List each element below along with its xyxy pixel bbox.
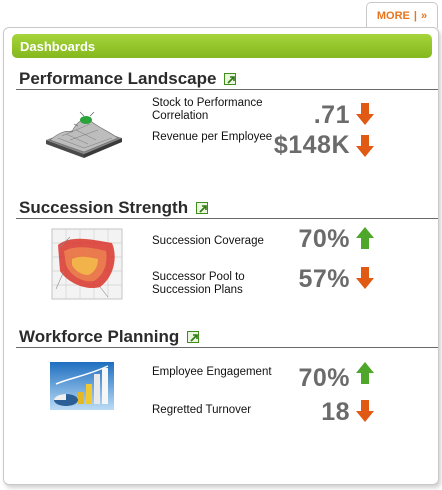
section-title-text[interactable]: Performance Landscape [19, 69, 216, 89]
metric-value: 57% [298, 265, 350, 293]
section-performance-landscape: Performance Landscape Stock to Performan… [16, 68, 438, 159]
metric-label: Stock to Performance Correlation [152, 97, 263, 122]
external-link-icon[interactable] [187, 330, 200, 343]
metric-value: 70% [298, 364, 350, 392]
metric-value: $148K [273, 131, 350, 159]
dashboards-title: Dashboards [20, 38, 96, 54]
more-tab[interactable]: MORE | » [366, 2, 438, 28]
succession-strength-thumbnail[interactable] [50, 227, 124, 301]
metric-successor-pool[interactable]: Successor Pool to Succession Plans 57% [152, 265, 374, 311]
workforce-planning-thumbnail[interactable] [50, 362, 114, 410]
dashboards-panel: Dashboards Performance Landscape Stock t… [3, 27, 439, 485]
metric-revenue-per-employee[interactable]: Revenue per Employee $148K [152, 131, 374, 171]
performance-landscape-thumbnail[interactable] [40, 102, 126, 160]
external-link-icon[interactable] [224, 72, 237, 85]
metric-label: Employee Engagement [152, 366, 272, 378]
section-title-text[interactable]: Workforce Planning [19, 327, 179, 347]
arrow-up-icon [356, 227, 374, 249]
section-title: Workforce Planning [16, 326, 438, 348]
metric-label: Succession Coverage [152, 235, 264, 247]
arrow-down-icon [356, 267, 374, 289]
more-separator: | [413, 9, 417, 22]
metric-label: Revenue per Employee [152, 131, 273, 143]
metric-label: Successor Pool to Succession Plans [152, 271, 245, 296]
metric-value: 70% [298, 225, 350, 253]
arrow-down-icon [356, 135, 374, 157]
metric-label: Regretted Turnover [152, 404, 252, 416]
section-title-text[interactable]: Succession Strength [19, 198, 188, 218]
metric-value: .71 [313, 101, 350, 129]
metric-value: 18 [321, 398, 350, 426]
arrow-up-icon [356, 362, 374, 384]
arrow-down-icon [356, 103, 374, 125]
dashboards-header: Dashboards [12, 34, 432, 58]
section-title: Succession Strength [16, 197, 438, 219]
section-title: Performance Landscape [16, 68, 438, 90]
section-succession-strength: Succession Strength Succession Coverage … [16, 197, 438, 300]
arrow-down-icon [356, 400, 374, 422]
external-link-icon[interactable] [196, 201, 209, 214]
more-link[interactable]: MORE [377, 10, 410, 22]
metric-regretted-turnover[interactable]: Regretted Turnover 18 [152, 398, 374, 444]
section-workforce-planning: Workforce Planning Employee Engagement 7… [16, 326, 438, 426]
more-chevron-icon[interactable]: » [421, 10, 427, 22]
